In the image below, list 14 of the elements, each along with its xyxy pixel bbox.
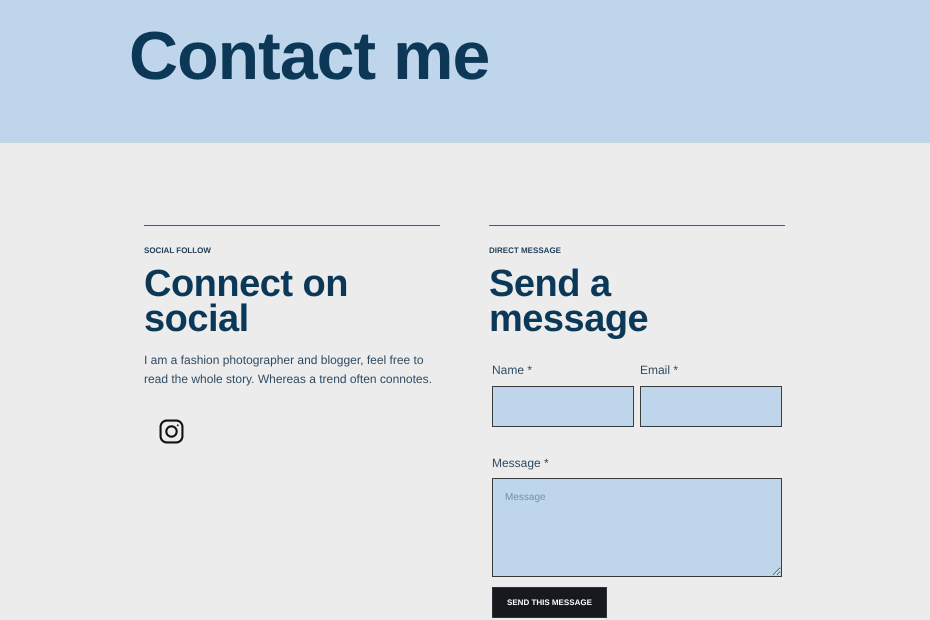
intro-paragraph: I am a fashion photographer and blogger, feel free to read the whole story. Whereas a trend often connotes. xyxy=(144,352,433,388)
section-heading: Send a message xyxy=(489,267,650,337)
send-button[interactable]: SEND THIS MESSAGE xyxy=(492,587,607,618)
message-textarea[interactable]: Message xyxy=(492,478,782,577)
text-input-field[interactable] xyxy=(492,386,634,427)
section-heading: Connect on social xyxy=(144,267,349,337)
field-label: Message * xyxy=(492,455,549,471)
instagram-icon[interactable] xyxy=(159,419,184,444)
text-input-field[interactable] xyxy=(640,386,782,427)
page-title: Contact me xyxy=(129,20,490,92)
field-label: Name * xyxy=(492,362,532,378)
field-label: Email * xyxy=(640,362,678,378)
eyebrow-label: DIRECT MESSAGE xyxy=(489,246,562,256)
eyebrow-label: SOCIAL FOLLOW xyxy=(144,246,211,256)
